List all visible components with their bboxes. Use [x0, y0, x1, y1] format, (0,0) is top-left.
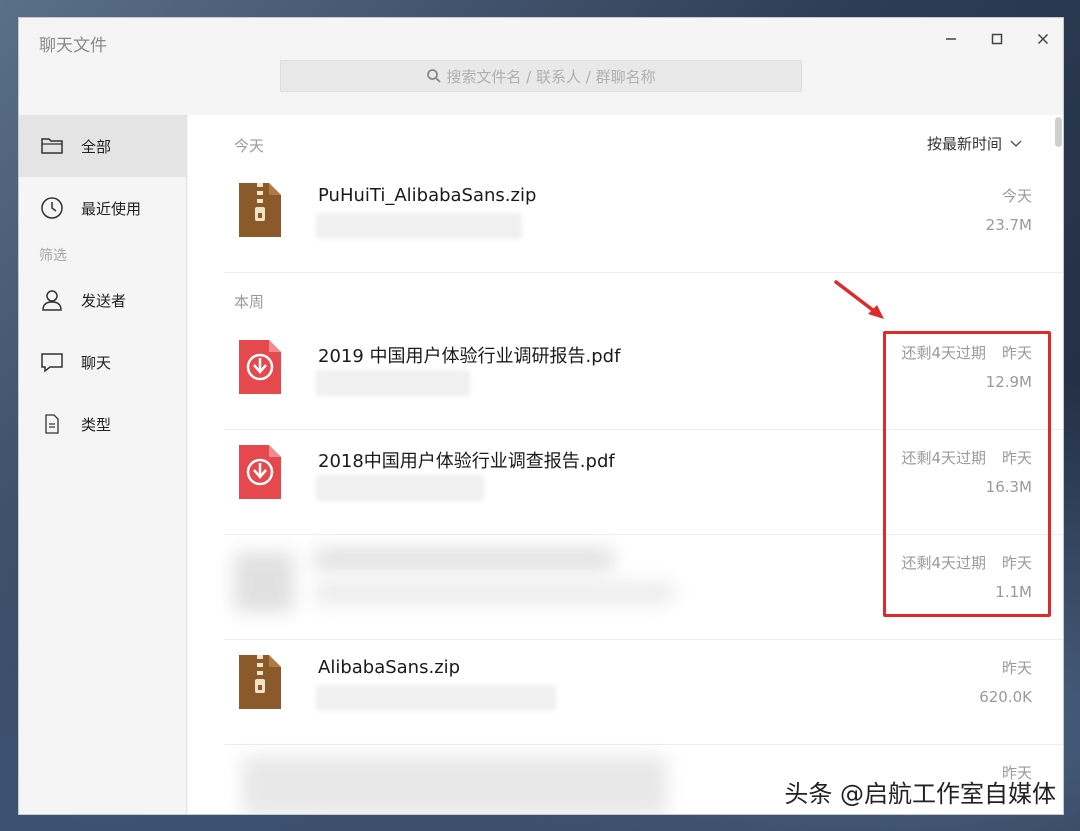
blurred-file-source [314, 582, 674, 604]
sidebar-item-label: 类型 [81, 415, 112, 434]
title-bar: 聊天文件 搜索文件名 / 联系人 / 群聊名称 [19, 18, 1063, 116]
minimize-button[interactable] [938, 26, 964, 52]
maximize-icon [991, 33, 1003, 45]
file-name: 2018中国用户体验行业调查报告.pdf [318, 451, 615, 472]
sidebar: 全部 最近使用 筛选 发送者 聊天 类型 [19, 115, 187, 814]
sort-dropdown[interactable]: 按最新时间 [927, 133, 1022, 154]
sidebar-item-label: 全部 [81, 137, 112, 156]
file-source-redacted [316, 213, 522, 239]
sidebar-item-all[interactable]: 全部 [19, 115, 186, 177]
file-source-redacted [316, 370, 470, 396]
expiry-note: 还剩4天过期 [901, 449, 986, 467]
file-size: 620.0K [979, 688, 1032, 706]
sidebar-item-type[interactable]: 类型 [19, 393, 186, 455]
file-time: 昨天 [1001, 554, 1032, 572]
chevron-down-icon [1010, 140, 1022, 147]
file-time: 昨天 [1001, 659, 1032, 677]
sidebar-item-label: 聊天 [81, 353, 112, 372]
file-time: 昨天 [1001, 344, 1032, 362]
file-size: 23.7M [985, 216, 1032, 234]
file-name: 2019 中国用户体验行业调研报告.pdf [318, 346, 621, 367]
group-label-today: 今天 [234, 137, 265, 155]
sidebar-item-label: 最近使用 [81, 199, 142, 218]
file-row[interactable]: AlibabaSans.zip 昨天 620.0K [224, 639, 1063, 745]
group-label-this-week: 本周 [234, 293, 265, 311]
file-name: AlibabaSans.zip [318, 657, 461, 678]
file-size: 16.3M [985, 478, 1032, 496]
file-time: 今天 [1001, 187, 1032, 205]
file-row[interactable]: 2019 中国用户体验行业调研报告.pdf 还剩4天过期 昨天 12.9M [224, 324, 1063, 430]
file-source-redacted [316, 475, 484, 501]
person-icon [40, 288, 64, 312]
file-list-panel: 今天 按最新时间 PuHuiTi_AlibabaSans.zip 今天 23.7… [188, 115, 1063, 814]
file-row[interactable]: PuHuiTi_AlibabaSans.zip 今天 23.7M [224, 167, 1063, 273]
sort-label: 按最新时间 [926, 135, 1002, 153]
document-icon [40, 412, 64, 436]
watermark: 头条 @启航工作室自媒体 [784, 780, 1056, 808]
annotation-arrow-icon [834, 280, 884, 319]
sidebar-item-sender[interactable]: 发送者 [19, 269, 186, 331]
clock-icon [40, 196, 64, 220]
chat-files-window: 聊天文件 搜索文件名 / 联系人 / 群聊名称 全部 最近使用 筛选 发送者 聊… [18, 17, 1064, 815]
sidebar-item-recent[interactable]: 最近使用 [19, 177, 186, 239]
blurred-file-icon [234, 552, 294, 612]
window-title: 聊天文件 [39, 36, 107, 56]
chat-bubble-icon [40, 350, 64, 374]
blurred-file-name [314, 548, 614, 570]
file-meta: 还剩4天过期 昨天 [901, 447, 1032, 468]
minimize-icon [946, 38, 956, 40]
file-time: 昨天 [1001, 449, 1032, 467]
file-meta: 还剩4天过期 昨天 [901, 342, 1032, 363]
expiry-note: 还剩4天过期 [901, 344, 986, 362]
file-size: 1.1M [995, 583, 1032, 601]
zip-file-icon [239, 655, 281, 709]
folder-icon [40, 134, 64, 158]
pdf-file-icon [239, 340, 281, 394]
blurred-file-entry [242, 756, 667, 814]
file-size: 12.9M [985, 373, 1032, 391]
scrollbar[interactable] [1055, 117, 1062, 147]
expiry-note: 还剩4天过期 [901, 554, 986, 572]
file-meta: 还剩4天过期 昨天 [901, 552, 1032, 573]
close-icon [1037, 33, 1049, 45]
search-icon [427, 69, 442, 83]
file-name: PuHuiTi_AlibabaSans.zip [318, 185, 537, 206]
search-input[interactable]: 搜索文件名 / 联系人 / 群聊名称 [280, 60, 802, 92]
sidebar-item-label: 发送者 [81, 291, 127, 310]
maximize-button[interactable] [984, 26, 1010, 52]
file-row[interactable]: 2018中国用户体验行业调查报告.pdf 还剩4天过期 昨天 16.3M [224, 429, 1063, 535]
search-placeholder: 搜索文件名 / 联系人 / 群聊名称 [446, 67, 656, 86]
sidebar-item-chat[interactable]: 聊天 [19, 331, 186, 393]
close-button[interactable] [1030, 26, 1056, 52]
zip-file-icon [239, 183, 281, 237]
pdf-file-icon [239, 445, 281, 499]
file-source-redacted [316, 685, 556, 711]
file-row[interactable]: 还剩4天过期 昨天 1.1M [224, 534, 1063, 640]
filter-section-label: 筛选 [39, 248, 67, 264]
